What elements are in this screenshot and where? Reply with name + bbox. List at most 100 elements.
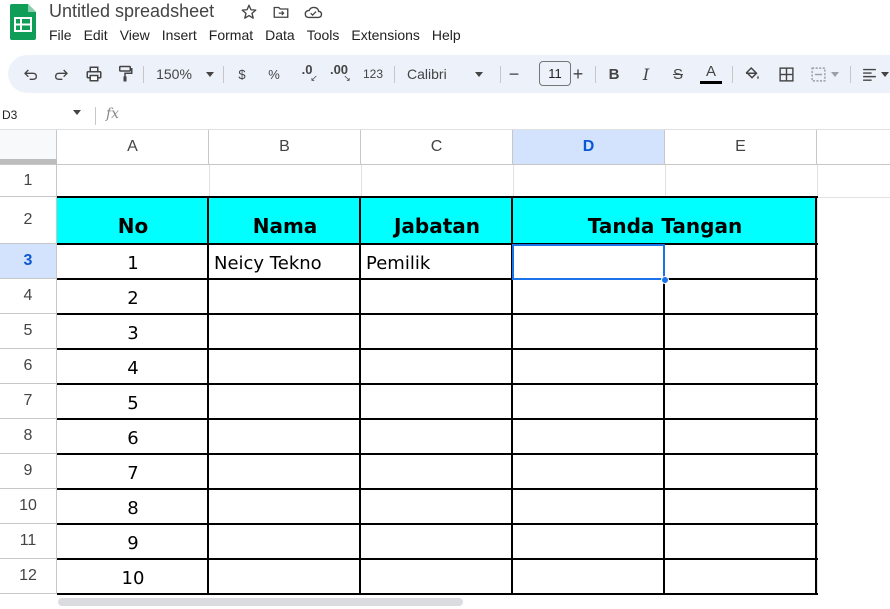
name-box[interactable]: D3 [2, 108, 17, 122]
redo-icon[interactable] [50, 55, 72, 93]
table-border [57, 593, 818, 595]
horizontal-align-icon[interactable] [858, 55, 890, 93]
italic-button[interactable]: I [636, 55, 656, 93]
table-border [57, 523, 818, 525]
horizontal-scrollbar[interactable] [58, 598, 463, 606]
chevron-down-icon [205, 71, 214, 77]
column-header-a[interactable]: A [57, 130, 209, 165]
menu-edit[interactable]: Edit [78, 26, 114, 44]
fill-color-icon[interactable] [740, 55, 764, 93]
fill-handle[interactable] [661, 276, 669, 284]
gridline [361, 165, 362, 197]
font-size-input[interactable]: 11 [539, 61, 571, 86]
undo-icon[interactable] [20, 55, 42, 93]
row-header-11[interactable]: 11 [0, 524, 57, 559]
cell-number[interactable]: 7 [57, 463, 209, 484]
column-header-c[interactable]: C [361, 130, 513, 165]
column-header-b[interactable]: B [209, 130, 361, 165]
star-icon[interactable] [239, 2, 259, 22]
row-header-2[interactable]: 2 [0, 197, 57, 244]
chevron-down-icon [830, 71, 839, 77]
menu-tools[interactable]: Tools [301, 26, 346, 44]
sheets-logo-icon[interactable] [10, 4, 36, 40]
cell-nama[interactable]: Neicy Tekno [214, 253, 322, 274]
table-border [57, 488, 818, 490]
row-header-1[interactable]: 1 [0, 165, 57, 197]
table-border [57, 313, 818, 315]
cell-number[interactable]: 3 [57, 323, 209, 344]
text-color-label: A [705, 63, 716, 80]
name-box-dropdown-icon[interactable] [73, 110, 81, 115]
chevron-down-icon [474, 71, 483, 77]
cell-number[interactable]: 6 [57, 428, 209, 449]
move-to-folder-icon[interactable] [271, 2, 291, 22]
increase-decimal-button[interactable]: .00 ↘ [326, 55, 352, 93]
toolbar: 150% $ % .0 ↙ .00 ↘ 123 Calibri − 11 + B… [8, 55, 890, 93]
row-header-9[interactable]: 9 [0, 454, 57, 489]
active-cell-selection[interactable] [512, 244, 665, 280]
column-header-e[interactable]: E [665, 130, 817, 165]
cell-number[interactable]: 8 [57, 498, 209, 519]
text-color-swatch [700, 81, 722, 84]
gridline [817, 165, 818, 595]
row-header-7[interactable]: 7 [0, 384, 57, 419]
arrow-left-icon: ↙ [310, 73, 318, 83]
row-header-4[interactable]: 4 [0, 279, 57, 314]
formula-bar: D3 fx [0, 100, 890, 130]
increase-font-size-button[interactable]: + [570, 55, 586, 93]
decrease-font-size-button[interactable]: − [506, 55, 522, 93]
paint-format-icon[interactable] [114, 55, 136, 93]
menu-bar: File Edit View Insert Format Data Tools … [43, 26, 467, 44]
percent-format-button[interactable]: % [264, 55, 284, 93]
currency-format-button[interactable]: $ [232, 55, 252, 93]
menu-file[interactable]: File [43, 26, 78, 44]
table-border [57, 348, 818, 350]
row-header-8[interactable]: 8 [0, 419, 57, 454]
table-border [57, 383, 818, 385]
cell-number[interactable]: 2 [57, 288, 209, 309]
menu-format[interactable]: Format [203, 26, 259, 44]
header-tanda-tangan: Tanda Tangan [587, 214, 743, 238]
merge-cells-icon[interactable] [806, 55, 842, 93]
text-color-button[interactable]: A [699, 55, 723, 93]
font-family-dropdown[interactable]: Calibri [404, 55, 488, 93]
column-header-d[interactable]: D [513, 130, 665, 165]
row-header-10[interactable]: 10 [0, 489, 57, 524]
cell-jabatan[interactable]: Pemilik [366, 253, 430, 274]
menu-insert[interactable]: Insert [156, 26, 203, 44]
table-border [57, 418, 818, 420]
cell-number[interactable]: 4 [57, 358, 209, 379]
row-header-6[interactable]: 6 [0, 349, 57, 384]
menu-view[interactable]: View [114, 26, 156, 44]
borders-icon[interactable] [774, 55, 798, 93]
zoom-dropdown[interactable]: 150% [150, 55, 220, 93]
gridline [665, 165, 666, 197]
table-border [815, 196, 817, 595]
row-header-12[interactable]: 12 [0, 559, 57, 594]
menu-extensions[interactable]: Extensions [345, 26, 425, 44]
cloud-saved-icon[interactable] [303, 2, 323, 22]
row-header-5[interactable]: 5 [0, 314, 57, 349]
table-border [359, 196, 361, 595]
cell-number[interactable]: 10 [57, 568, 209, 589]
table-border [57, 558, 818, 560]
decrease-decimal-button[interactable]: .0 ↙ [294, 55, 320, 93]
bold-button[interactable]: B [604, 55, 624, 93]
table-border [57, 453, 818, 455]
column-header-f[interactable] [817, 130, 890, 165]
menu-help[interactable]: Help [426, 26, 467, 44]
print-icon[interactable] [82, 55, 106, 93]
more-formats-button[interactable]: 123 [360, 55, 386, 93]
table-border [57, 278, 818, 280]
row-header-3[interactable]: 3 [0, 244, 57, 279]
select-all-corner[interactable] [0, 130, 57, 165]
strikethrough-button[interactable]: S [668, 55, 688, 93]
cell-number[interactable]: 1 [57, 253, 209, 274]
document-title[interactable]: Untitled spreadsheet [49, 1, 214, 22]
cell-number[interactable]: 5 [57, 393, 209, 414]
header-jabatan: Jabatan [393, 214, 481, 238]
header-no: No [117, 214, 149, 238]
arrow-right-icon: ↘ [343, 73, 351, 83]
cell-number[interactable]: 9 [57, 533, 209, 554]
menu-data[interactable]: Data [259, 26, 301, 44]
